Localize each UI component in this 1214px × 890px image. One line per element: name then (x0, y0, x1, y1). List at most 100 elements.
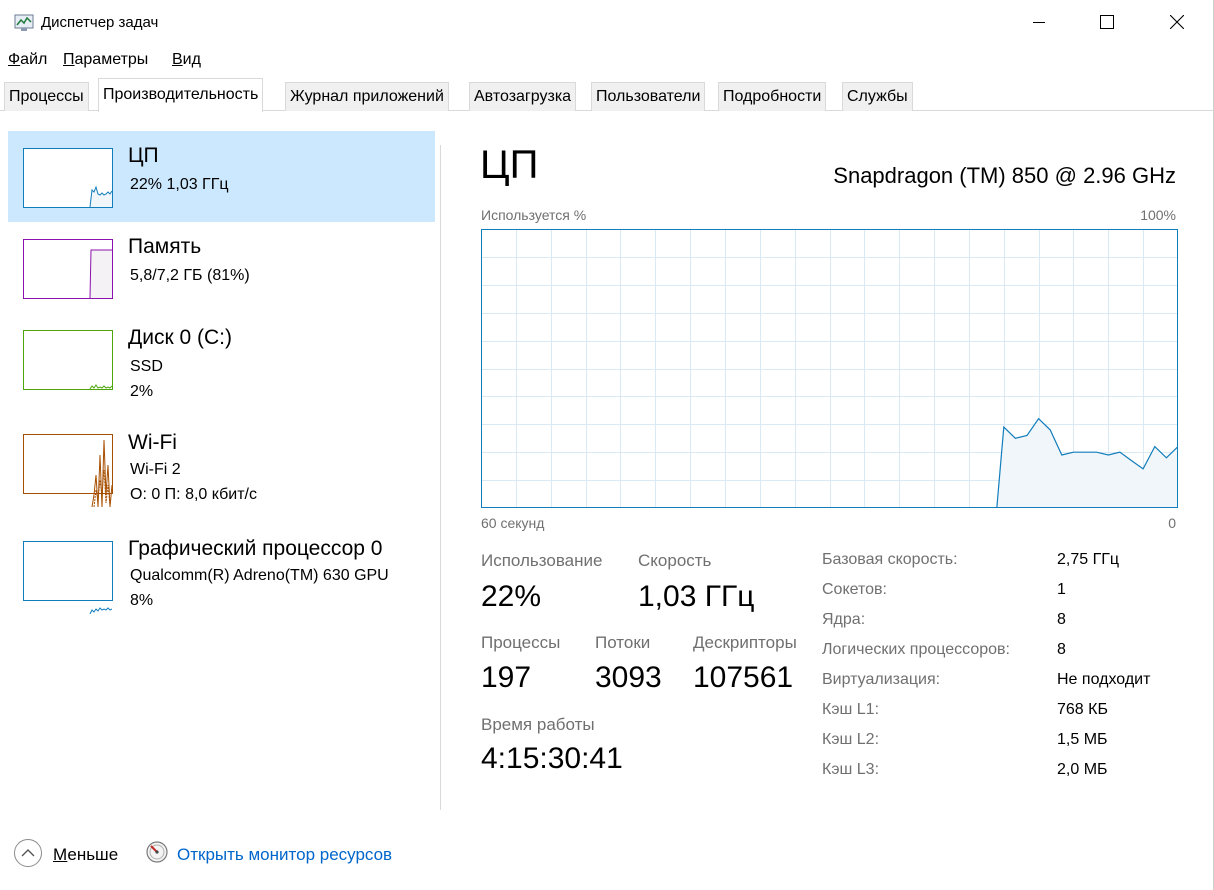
utilization-value: 22% (481, 580, 542, 613)
wifi-sparkline (91, 439, 112, 507)
gpu-sparkline (89, 607, 112, 614)
spec-value: 768 КБ (1057, 701, 1108, 718)
cpu-utilization-area (996, 418, 1178, 508)
close-button[interactable] (1154, 0, 1200, 44)
spec-value: 1,5 МБ (1057, 731, 1108, 748)
uptime-label: Время работы (481, 715, 595, 734)
detail-title: ЦП (480, 143, 539, 187)
resource-subtitle: 5,8/7,2 ГБ (81%) (130, 267, 250, 284)
processes-label: Процессы (481, 633, 561, 652)
resource-throughput: О: 0 П: 8,0 кбит/с (130, 486, 257, 503)
tab-strip: Процессы Производительность Журнал прило… (0, 78, 1214, 112)
fewer-details-label: еньше (67, 845, 119, 864)
resource-subtitle: Wi-Fi 2 (130, 461, 181, 478)
processes-value: 197 (481, 661, 532, 694)
resource-subtitle: SSD (130, 358, 163, 375)
spec-label: Базовая скорость: (822, 551, 958, 568)
resource-subtitle: Qualcomm(R) Adreno(TM) 630 GPU (130, 567, 389, 584)
resource-subtitle: 22% 1,03 ГГц (130, 176, 229, 193)
tab-label: Пользователи (596, 88, 701, 105)
spec-label: Кэш L2: (822, 731, 880, 748)
menu-parameters-label: араметры (74, 51, 149, 68)
chevron-up-icon[interactable] (13, 838, 43, 868)
spec-label: Кэш L3: (822, 761, 880, 778)
uptime-value: 4:15:30:41 (481, 742, 623, 775)
menu-view-label: ид (182, 51, 201, 68)
resource-item-cpu[interactable]: ЦП 22% 1,03 ГГц (8, 131, 435, 222)
tab-performance[interactable]: Производительность (98, 78, 264, 112)
minimize-button[interactable] (1016, 0, 1062, 44)
maximize-button[interactable] (1084, 0, 1130, 44)
utilization-label: Использование (481, 551, 603, 570)
tab-label: Службы (847, 88, 908, 105)
resource-item-wifi[interactable]: Wi-Fi Wi-Fi 2 О: 0 П: 8,0 кбит/с (8, 418, 435, 507)
resource-title: Wi-Fi (128, 431, 177, 454)
wifi-thumbnail-graph (23, 434, 113, 507)
panel-divider[interactable] (440, 145, 441, 810)
tab-label: Журнал приложений (290, 88, 444, 105)
spec-label: Логических процессоров: (822, 641, 1010, 658)
spec-label: Виртуализация: (822, 671, 941, 688)
spec-value: 1 (1057, 581, 1066, 598)
resource-monitor-icon (146, 841, 168, 863)
handles-value: 107561 (693, 661, 794, 694)
open-resource-monitor-link[interactable]: Открыть монитор ресурсов (177, 845, 392, 865)
cpu-model-name: Snapdragon (TM) 850 @ 2.96 GHz (833, 163, 1176, 188)
resource-value: 2% (130, 383, 154, 400)
resource-value: 8% (130, 592, 154, 609)
resource-title: ЦП (128, 144, 159, 167)
memory-thumbnail-graph (23, 239, 113, 299)
resource-title: Диск 0 (C:) (128, 326, 232, 349)
spec-label: Ядра: (822, 611, 866, 628)
tab-details[interactable]: Подробности (718, 82, 827, 111)
window-title: Диспетчер задач (41, 14, 159, 31)
spec-value: 2,75 ГГц (1057, 551, 1120, 568)
menu-file[interactable]: Файл (8, 51, 47, 69)
resource-item-memory[interactable]: Память 5,8/7,2 ГБ (81%) (8, 222, 435, 313)
tab-users[interactable]: Пользователи (591, 82, 706, 111)
tab-label: Автозагрузка (474, 88, 572, 105)
resource-list: ЦП 22% 1,03 ГГц Память 5,8/7,2 ГБ (81%) … (0, 111, 441, 811)
tab-services[interactable]: Службы (842, 82, 913, 111)
gpu-thumbnail-graph (23, 541, 113, 614)
handles-label: Дескрипторы (693, 633, 797, 652)
tab-app-history[interactable]: Журнал приложений (285, 82, 449, 111)
fewer-details-accesskey: М (53, 845, 68, 864)
cpu-utilization-graph (481, 229, 1178, 508)
menu-view-accesskey: В (172, 51, 183, 68)
menu-parameters-accesskey: П (63, 51, 75, 68)
footer-bar: Меньше Открыть монитор ресурсов (0, 818, 1214, 890)
maximize-icon (1100, 15, 1114, 29)
minimize-icon (1033, 22, 1045, 23)
disk-thumbnail-graph (23, 330, 113, 390)
tab-label: Производительность (103, 86, 259, 103)
cpu-thumbnail-graph (23, 148, 113, 208)
graph-y-max-label: 100% (1140, 207, 1176, 223)
fewer-details-button[interactable]: Меньше (53, 845, 118, 865)
spec-value: Не подходит (1057, 671, 1151, 688)
resource-item-gpu[interactable]: Графический процессор 0 Qualcomm(R) Adre… (8, 524, 435, 615)
tab-label: Подробности (723, 88, 822, 105)
cpu-sparkline (89, 185, 112, 207)
menu-parameters[interactable]: Параметры (63, 51, 148, 69)
tab-processes[interactable]: Процессы (4, 82, 89, 111)
speed-label: Скорость (638, 551, 712, 570)
tab-label: Процессы (9, 88, 84, 105)
spec-value: 2,0 МБ (1057, 761, 1108, 778)
spec-label: Кэш L1: (822, 701, 880, 718)
menu-view[interactable]: Вид (172, 51, 201, 69)
close-icon (1170, 15, 1184, 29)
title-bar[interactable]: Диспетчер задач (0, 0, 1214, 44)
resource-item-disk[interactable]: Диск 0 (C:) SSD 2% (8, 313, 435, 404)
threads-value: 3093 (595, 661, 662, 694)
menu-file-label: айл (20, 51, 48, 68)
spec-value: 8 (1057, 611, 1066, 628)
resource-title: Память (128, 235, 202, 258)
spec-value: 8 (1057, 641, 1066, 658)
menu-file-accesskey: Ф (8, 51, 21, 68)
tab-startup[interactable]: Автозагрузка (469, 82, 577, 111)
speed-value: 1,03 ГГц (638, 580, 755, 613)
task-manager-window: Диспетчер задач Файл Параметры Вид Проце… (0, 0, 1214, 890)
spec-label: Сокетов: (822, 581, 887, 598)
task-manager-app-icon (14, 14, 34, 31)
